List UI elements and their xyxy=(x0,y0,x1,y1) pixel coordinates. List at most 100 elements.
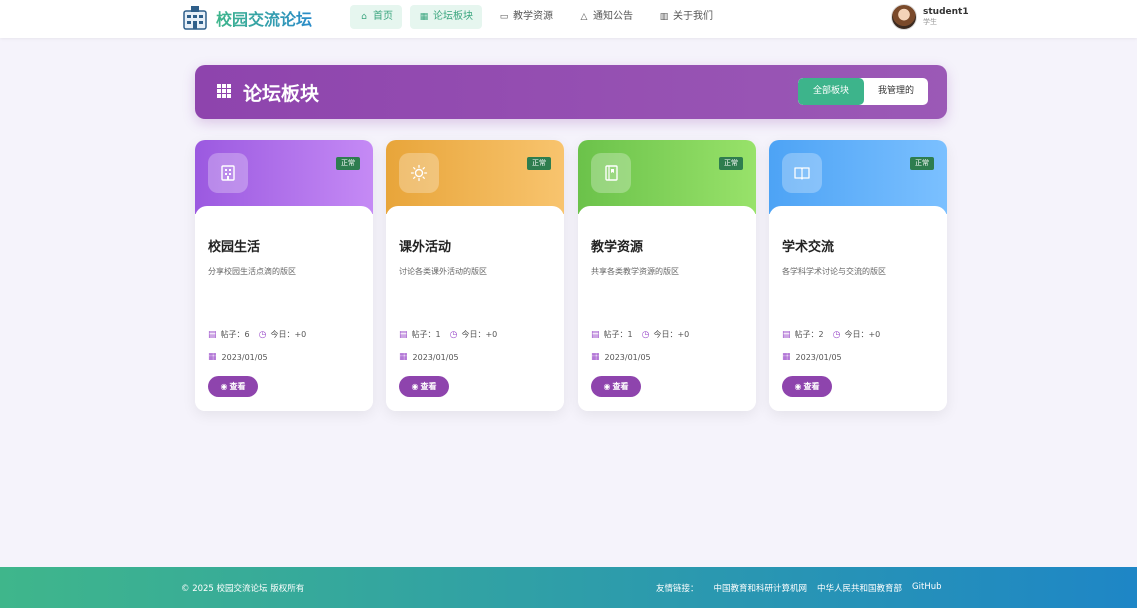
open-book-icon xyxy=(782,153,822,193)
view-button[interactable]: ◉ 查看 xyxy=(208,376,258,397)
view-button[interactable]: ◉ 查看 xyxy=(399,376,449,397)
folder-icon: ▭ xyxy=(499,12,509,22)
nav-label: 关于我们 xyxy=(673,11,713,22)
user-role: 学生 xyxy=(923,18,937,26)
timer-icon: ◷ xyxy=(449,329,458,340)
nav-label: 教学资源 xyxy=(513,11,553,22)
eye-icon: ◉ xyxy=(220,382,228,391)
nav-label: 论坛板块 xyxy=(433,11,473,22)
school-logo-icon xyxy=(183,6,207,30)
nav-item-home[interactable]: ⌂ 首页 xyxy=(350,5,402,29)
card-body: 校园生活 分享校园生活点滴的版区 ▤ 帖子：6 ◷ 今日：+0 ▦ 2023/0… xyxy=(195,206,373,411)
status-badge: 正常 xyxy=(527,157,551,170)
document-icon: ▤ xyxy=(208,329,217,340)
board-date: ▦ 2023/01/05 xyxy=(782,352,842,362)
board-title: 课外活动 xyxy=(399,240,452,255)
nav-item-notices[interactable]: △ 通知公告 xyxy=(570,5,642,29)
calendar-icon: ▦ xyxy=(399,352,408,362)
copyright-text: © 2025 校园交流论坛 版权所有 xyxy=(181,584,305,594)
status-badge: 正常 xyxy=(910,157,934,170)
board-stats: ▤ 帖子：6 ◷ 今日：+0 xyxy=(208,329,306,340)
document-icon: ▤ xyxy=(591,329,600,340)
board-card-campus-life[interactable]: 正常 校园生活 分享校园生活点滴的版区 ▤ 帖子：6 ◷ 今日：+0 ▦ 202… xyxy=(195,140,373,411)
board-stats: ▤ 帖子：1 ◷ 今日：+0 xyxy=(399,329,497,340)
building-icon xyxy=(208,153,248,193)
board-title: 学术交流 xyxy=(782,240,835,255)
status-badge: 正常 xyxy=(719,157,743,170)
calendar-icon: ▦ xyxy=(782,352,791,362)
card-body: 课外活动 讨论各类课外活动的版区 ▤ 帖子：1 ◷ 今日：+0 ▦ 2023/0… xyxy=(386,206,564,411)
date-value: 2023/01/05 xyxy=(221,352,268,362)
board-filter-toggle: 全部板块 我管理的 xyxy=(798,78,928,105)
card-header: 正常 xyxy=(195,140,373,214)
board-title: 教学资源 xyxy=(591,240,644,255)
building-icon: ▥ xyxy=(659,12,669,22)
filter-mine-button[interactable]: 我管理的 xyxy=(864,78,928,105)
calendar-icon: ▦ xyxy=(591,352,600,362)
view-label: 查看 xyxy=(420,382,437,391)
user-name: student1 xyxy=(923,7,969,17)
status-badge: 正常 xyxy=(336,157,360,170)
eye-icon: ◉ xyxy=(794,382,802,391)
card-header: 正常 xyxy=(769,140,947,214)
posts-count: 帖子：6 xyxy=(220,330,250,339)
brand-name: 校园交流论坛 xyxy=(216,6,312,30)
today-count: 今日：+0 xyxy=(844,330,881,339)
footer-links: 友情链接： 中国教育和科研计算机网 中华人民共和国教育部 GitHub xyxy=(656,582,942,594)
today-count: 今日：+0 xyxy=(461,330,498,339)
posts-count: 帖子：1 xyxy=(603,330,633,339)
top-header: 校园交流论坛 ⌂ 首页 ▦ 论坛板块 ▭ 教学资源 △ 通知公告 ▥ 关于我们 … xyxy=(0,0,1137,38)
user-menu[interactable]: student1 学生 xyxy=(891,4,969,30)
page-title: 论坛板块 xyxy=(243,83,320,105)
brand[interactable]: 校园交流论坛 xyxy=(182,4,312,32)
book-icon xyxy=(591,153,631,193)
today-count: 今日：+0 xyxy=(653,330,690,339)
card-body: 教学资源 共享各类教学资源的版区 ▤ 帖子：1 ◷ 今日：+0 ▦ 2023/0… xyxy=(578,206,756,411)
board-card-extracurricular[interactable]: 正常 课外活动 讨论各类课外活动的版区 ▤ 帖子：1 ◷ 今日：+0 ▦ 202… xyxy=(386,140,564,411)
nav-label: 首页 xyxy=(373,11,393,22)
board-date: ▦ 2023/01/05 xyxy=(399,352,459,362)
nav-label: 通知公告 xyxy=(593,11,633,22)
board-date: ▦ 2023/01/05 xyxy=(591,352,651,362)
nav-item-about[interactable]: ▥ 关于我们 xyxy=(650,5,722,29)
document-icon: ▤ xyxy=(399,329,408,340)
nav-item-teaching-resources[interactable]: ▭ 教学资源 xyxy=(490,5,562,29)
board-date: ▦ 2023/01/05 xyxy=(208,352,268,362)
timer-icon: ◷ xyxy=(258,329,267,340)
board-card-teaching-resources[interactable]: 正常 教学资源 共享各类教学资源的版区 ▤ 帖子：1 ◷ 今日：+0 ▦ 202… xyxy=(578,140,756,411)
date-value: 2023/01/05 xyxy=(412,352,459,362)
board-card-academic-exchange[interactable]: 正常 学术交流 各学科学术讨论与交流的版区 ▤ 帖子：2 ◷ 今日：+0 ▦ 2… xyxy=(769,140,947,411)
board-description: 各学科学术讨论与交流的版区 xyxy=(782,267,886,276)
grid-icon xyxy=(217,84,231,98)
board-description: 共享各类教学资源的版区 xyxy=(591,267,679,276)
card-header: 正常 xyxy=(578,140,756,214)
view-label: 查看 xyxy=(229,382,246,391)
footer-link-github[interactable]: GitHub xyxy=(912,582,941,594)
document-icon: ▤ xyxy=(782,329,791,340)
filter-all-button[interactable]: 全部板块 xyxy=(798,78,864,105)
date-value: 2023/01/05 xyxy=(604,352,651,362)
board-stats: ▤ 帖子：2 ◷ 今日：+0 xyxy=(782,329,880,340)
view-button[interactable]: ◉ 查看 xyxy=(591,376,641,397)
view-button[interactable]: ◉ 查看 xyxy=(782,376,832,397)
links-label: 友情链接： xyxy=(656,584,699,594)
timer-icon: ◷ xyxy=(832,329,841,340)
avatar[interactable] xyxy=(891,4,917,30)
bell-icon: △ xyxy=(580,12,588,22)
card-body: 学术交流 各学科学术讨论与交流的版区 ▤ 帖子：2 ◷ 今日：+0 ▦ 2023… xyxy=(769,206,947,411)
home-icon: ⌂ xyxy=(361,12,367,22)
footer-link-moe[interactable]: 中华人民共和国教育部 xyxy=(817,582,902,594)
view-label: 查看 xyxy=(803,382,820,391)
board-stats: ▤ 帖子：1 ◷ 今日：+0 xyxy=(591,329,689,340)
nav-item-forum-boards[interactable]: ▦ 论坛板块 xyxy=(410,5,482,29)
card-header: 正常 xyxy=(386,140,564,214)
posts-count: 帖子：1 xyxy=(411,330,441,339)
board-title: 校园生活 xyxy=(208,240,261,255)
footer-link-cernet[interactable]: 中国教育和科研计算机网 xyxy=(714,582,808,594)
date-value: 2023/01/05 xyxy=(795,352,842,362)
main-nav: ⌂ 首页 ▦ 论坛板块 ▭ 教学资源 △ 通知公告 ▥ 关于我们 xyxy=(350,5,722,29)
sun-icon xyxy=(399,153,439,193)
calendar-icon: ▦ xyxy=(208,352,217,362)
grid-icon: ▦ xyxy=(419,12,429,22)
footer: © 2025 校园交流论坛 版权所有 友情链接： 中国教育和科研计算机网 中华人… xyxy=(0,567,1137,608)
